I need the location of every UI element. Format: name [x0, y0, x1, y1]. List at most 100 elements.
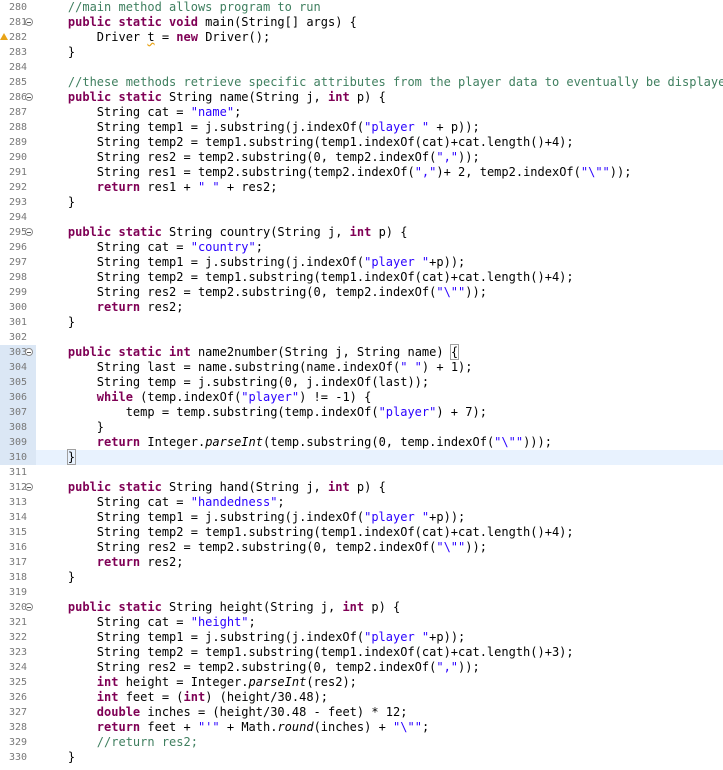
- code-text[interactable]: String cat = "country";: [39, 240, 263, 255]
- code-line[interactable]: 319: [0, 585, 723, 600]
- code-line[interactable]: 309 return Integer.parseInt(temp.substri…: [0, 435, 723, 450]
- code-text[interactable]: String temp2 = temp1.substring(temp1.ind…: [39, 645, 574, 660]
- code-line[interactable]: 316 String res2 = temp2.substring(0, tem…: [0, 540, 723, 555]
- code-text[interactable]: return res2;: [39, 555, 184, 570]
- code-line[interactable]: 325 int height = Integer.parseInt(res2);: [0, 675, 723, 690]
- code-text[interactable]: String temp1 = j.substring(j.indexOf("pl…: [39, 120, 480, 135]
- code-text[interactable]: }: [39, 420, 104, 435]
- code-line[interactable]: 311: [0, 465, 723, 480]
- code-line[interactable]: 324 String res2 = temp2.substring(0, tem…: [0, 660, 723, 675]
- code-line[interactable]: 321 String cat = "height";: [0, 615, 723, 630]
- code-text[interactable]: String last = name.substring(name.indexO…: [39, 360, 473, 375]
- code-line[interactable]: 297 String temp1 = j.substring(j.indexOf…: [0, 255, 723, 270]
- code-line[interactable]: 308 }: [0, 420, 723, 435]
- code-line[interactable]: 328 return feet + "'" + Math.round(inche…: [0, 720, 723, 735]
- code-text[interactable]: String cat = "height";: [39, 615, 256, 630]
- code-text[interactable]: String temp1 = j.substring(j.indexOf("pl…: [39, 255, 465, 270]
- code-line[interactable]: 286 public static String name(String j, …: [0, 90, 723, 105]
- code-line[interactable]: 313 String cat = "handedness";: [0, 495, 723, 510]
- code-text[interactable]: double inches = (height/30.48 - feet) * …: [39, 705, 408, 720]
- code-line[interactable]: 288 String temp1 = j.substring(j.indexOf…: [0, 120, 723, 135]
- code-text[interactable]: String temp = j.substring(0, j.indexOf(l…: [39, 375, 429, 390]
- code-text[interactable]: String temp1 = j.substring(j.indexOf("pl…: [39, 510, 465, 525]
- code-text[interactable]: public static String height(String j, in…: [39, 600, 400, 615]
- code-text[interactable]: public static String hand(String j, int …: [39, 480, 386, 495]
- fold-collapse-icon[interactable]: [25, 603, 33, 611]
- code-text[interactable]: }: [39, 449, 77, 465]
- code-text[interactable]: return feet + "'" + Math.round(inches) +…: [39, 720, 429, 735]
- code-text[interactable]: }: [39, 315, 75, 330]
- fold-collapse-icon[interactable]: [25, 348, 33, 356]
- code-line[interactable]: 294: [0, 210, 723, 225]
- code-line[interactable]: 312 public static String hand(String j, …: [0, 480, 723, 495]
- code-text[interactable]: int height = Integer.parseInt(res2);: [39, 675, 357, 690]
- code-line[interactable]: 296 String cat = "country";: [0, 240, 723, 255]
- code-line[interactable]: 285 //these methods retrieve specific at…: [0, 75, 723, 90]
- code-text[interactable]: return res1 + " " + res2;: [39, 180, 278, 195]
- fold-collapse-icon[interactable]: [25, 18, 33, 26]
- code-line[interactable]: 317 return res2;: [0, 555, 723, 570]
- code-line[interactable]: 287 String cat = "name";: [0, 105, 723, 120]
- code-line[interactable]: 283 }: [0, 45, 723, 60]
- code-text[interactable]: //these methods retrieve specific attrib…: [39, 75, 723, 90]
- code-line[interactable]: 306 while (temp.indexOf("player") != -1)…: [0, 390, 723, 405]
- code-text[interactable]: String res2 = temp2.substring(0, temp2.i…: [39, 150, 480, 165]
- code-text[interactable]: public static void main(String[] args) {: [39, 15, 357, 30]
- code-line[interactable]: 291 String res1 = temp2.substring(temp2.…: [0, 165, 723, 180]
- code-text[interactable]: Driver t = new Driver();: [39, 30, 270, 45]
- fold-collapse-icon[interactable]: [25, 483, 33, 491]
- code-text[interactable]: String res2 = temp2.substring(0, temp2.i…: [39, 540, 487, 555]
- code-text[interactable]: String cat = "handedness";: [39, 495, 285, 510]
- code-line[interactable]: 282 Driver t = new Driver();: [0, 30, 723, 45]
- code-line[interactable]: 318 }: [0, 570, 723, 585]
- code-line[interactable]: 330 }: [0, 750, 723, 765]
- code-text[interactable]: String cat = "name";: [39, 105, 242, 120]
- code-line[interactable]: 327 double inches = (height/30.48 - feet…: [0, 705, 723, 720]
- code-text[interactable]: String res2 = temp2.substring(0, temp2.i…: [39, 660, 480, 675]
- code-line[interactable]: 292 return res1 + " " + res2;: [0, 180, 723, 195]
- code-line[interactable]: 300 return res2;: [0, 300, 723, 315]
- code-text[interactable]: return res2;: [39, 300, 184, 315]
- code-text[interactable]: String temp1 = j.substring(j.indexOf("pl…: [39, 630, 465, 645]
- code-text[interactable]: }: [39, 750, 75, 765]
- code-line[interactable]: 280 //main method allows program to run: [0, 0, 723, 15]
- code-text[interactable]: String temp2 = temp1.substring(temp1.ind…: [39, 525, 574, 540]
- code-line[interactable]: 290 String res2 = temp2.substring(0, tem…: [0, 150, 723, 165]
- warning-icon[interactable]: [0, 33, 8, 40]
- code-line[interactable]: 329 //return res2;: [0, 735, 723, 750]
- code-line[interactable]: 310 }: [0, 449, 723, 465]
- code-line[interactable]: 305 String temp = j.substring(0, j.index…: [0, 375, 723, 390]
- code-text[interactable]: }: [39, 195, 75, 210]
- code-line[interactable]: 314 String temp1 = j.substring(j.indexOf…: [0, 510, 723, 525]
- code-text[interactable]: while (temp.indexOf("player") != -1) {: [39, 390, 372, 405]
- code-text[interactable]: temp = temp.substring(temp.indexOf("play…: [39, 405, 487, 420]
- code-line[interactable]: 293 }: [0, 195, 723, 210]
- code-line[interactable]: 303 public static int name2number(String…: [0, 344, 723, 360]
- code-text[interactable]: String res1 = temp2.substring(temp2.inde…: [39, 165, 632, 180]
- code-line[interactable]: 326 int feet = (int) (height/30.48);: [0, 690, 723, 705]
- code-text[interactable]: String res2 = temp2.substring(0, temp2.i…: [39, 285, 487, 300]
- code-line[interactable]: 289 String temp2 = temp1.substring(temp1…: [0, 135, 723, 150]
- code-line[interactable]: 301 }: [0, 315, 723, 330]
- code-line[interactable]: 281 public static void main(String[] arg…: [0, 15, 723, 30]
- code-line[interactable]: 295 public static String country(String …: [0, 225, 723, 240]
- code-line[interactable]: 315 String temp2 = temp1.substring(temp1…: [0, 525, 723, 540]
- code-text[interactable]: int feet = (int) (height/30.48);: [39, 690, 328, 705]
- code-line[interactable]: 284: [0, 60, 723, 75]
- code-line[interactable]: 302: [0, 330, 723, 345]
- code-text[interactable]: }: [39, 45, 75, 60]
- code-line[interactable]: 323 String temp2 = temp1.substring(temp1…: [0, 645, 723, 660]
- code-text[interactable]: return Integer.parseInt(temp.substring(0…: [39, 435, 552, 450]
- code-text[interactable]: public static int name2number(String j, …: [39, 344, 460, 360]
- code-text[interactable]: //main method allows program to run: [39, 0, 321, 15]
- code-line[interactable]: 304 String last = name.substring(name.in…: [0, 360, 723, 375]
- code-line[interactable]: 307 temp = temp.substring(temp.indexOf("…: [0, 405, 723, 420]
- code-text[interactable]: String temp2 = temp1.substring(temp1.ind…: [39, 135, 574, 150]
- code-line[interactable]: 320 public static String height(String j…: [0, 600, 723, 615]
- fold-collapse-icon[interactable]: [25, 93, 33, 101]
- code-text[interactable]: public static String name(String j, int …: [39, 90, 386, 105]
- code-text[interactable]: String temp2 = temp1.substring(temp1.ind…: [39, 270, 574, 285]
- code-line[interactable]: 299 String res2 = temp2.substring(0, tem…: [0, 285, 723, 300]
- code-text[interactable]: public static String country(String j, i…: [39, 225, 408, 240]
- code-line[interactable]: 322 String temp1 = j.substring(j.indexOf…: [0, 630, 723, 645]
